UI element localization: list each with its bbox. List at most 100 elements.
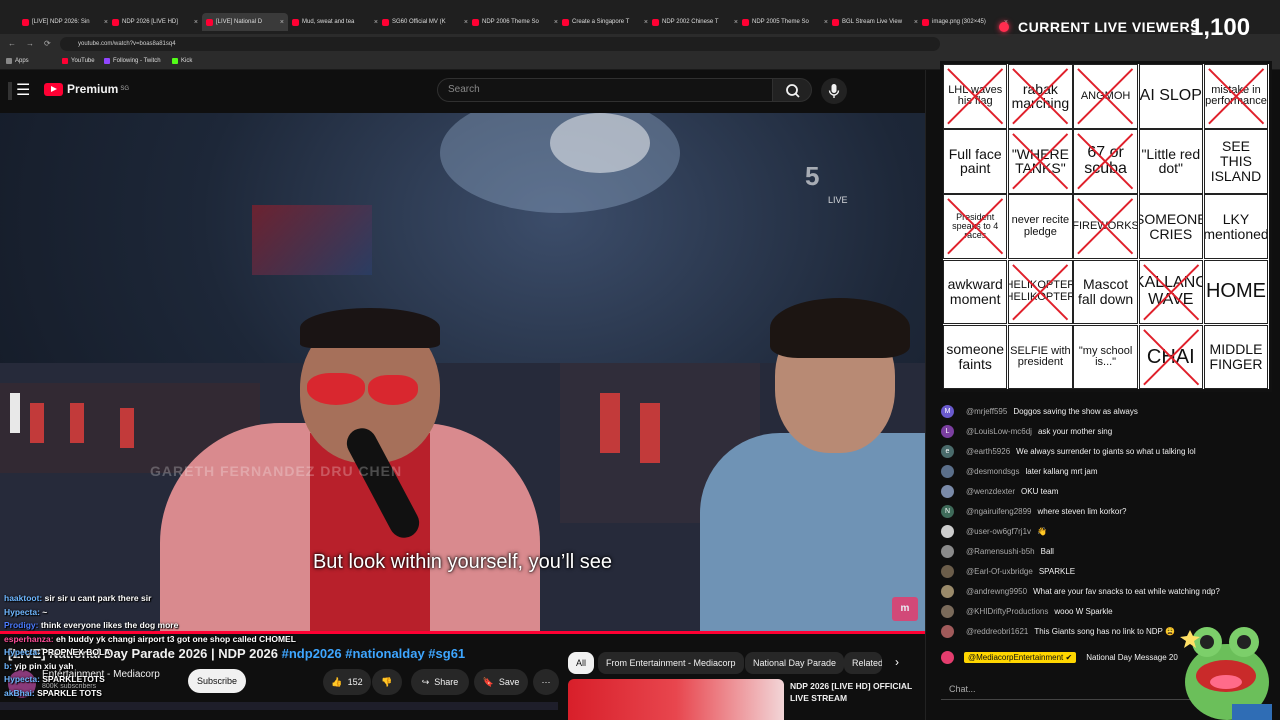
- user-avatar[interactable]: [941, 624, 954, 638]
- browser-tab[interactable]: NDP 2026 [LIVE HD] ×: [112, 13, 198, 31]
- bookmark-favicon-icon: [104, 58, 110, 64]
- chat-text: 👋: [1037, 526, 1048, 536]
- chat-message: @andrewng9950 What are your fav snacks to…: [941, 583, 1220, 599]
- user-avatar[interactable]: [941, 584, 954, 598]
- bookmark-item[interactable]: Kick: [172, 58, 192, 64]
- browser-tab[interactable]: Create a Singapore T ×: [562, 13, 648, 31]
- url-field[interactable]: youtube.com/watch?v=boas8a81sq4: [60, 37, 940, 51]
- chat-username[interactable]: @mrjeff595: [966, 407, 1007, 416]
- youtube-logo[interactable]: Premium SG: [44, 82, 129, 96]
- video-player[interactable]: 5 LIVE GARETH FERNANDEZ DRU CHEN But loo…: [0, 113, 925, 633]
- filter-chip[interactable]: Related: [844, 652, 882, 674]
- save-button[interactable]: 🔖 Save: [474, 669, 528, 695]
- cross-mark-icon: [1077, 68, 1134, 125]
- user-avatar[interactable]: N: [941, 504, 954, 518]
- chat-username[interactable]: @ngairuifeng2899: [966, 507, 1032, 516]
- tab-label: BGL Stream Live View: [842, 19, 903, 25]
- tab-favicon-icon: [472, 18, 479, 26]
- recommended-video-thumbnail[interactable]: [568, 679, 784, 720]
- chat-username[interactable]: @KHIDriftyProductions: [966, 607, 1048, 616]
- browser-tab[interactable]: NDP 2006 Theme So ×: [472, 13, 558, 31]
- browser-tab[interactable]: Mud, sweat and tea ×: [292, 13, 378, 31]
- user-avatar[interactable]: [941, 524, 954, 538]
- bingo-cell: rabak marching: [1008, 64, 1073, 129]
- browser-tab[interactable]: [LIVE] NDP 2026: Sin ×: [22, 13, 108, 31]
- search-button[interactable]: [772, 78, 812, 102]
- browser-tab[interactable]: SG60 Official MV (K ×: [382, 13, 468, 31]
- chat-message: @reddreobri1621 This Giants song has no l…: [941, 623, 1175, 639]
- close-tab-icon[interactable]: ×: [914, 19, 918, 26]
- search-input[interactable]: Search: [437, 78, 773, 102]
- user-avatar[interactable]: L: [941, 424, 954, 438]
- chat-text: This Giants song has no link to NDP 😩: [1034, 626, 1175, 636]
- close-tab-icon[interactable]: ×: [554, 19, 558, 26]
- forward-icon[interactable]: →: [26, 39, 34, 48]
- user-avatar[interactable]: [941, 484, 954, 498]
- bingo-cell-text: "Little red dot": [1141, 145, 1201, 177]
- close-tab-icon[interactable]: ×: [374, 19, 378, 26]
- bookmark-item[interactable]: Apps: [6, 58, 29, 64]
- bingo-cell-text: AI SLOP: [1139, 86, 1202, 104]
- more-actions-button[interactable]: ⋯: [533, 669, 559, 695]
- pinned-avatar: [941, 650, 954, 664]
- chat-message: @user-ow6gf7rj1v 👋: [941, 523, 1047, 539]
- pinned-message[interactable]: @MediacorpEntertainment ✔ National Day M…: [941, 648, 1178, 666]
- bingo-cell-text: Full face paint: [948, 145, 1002, 177]
- live-dot-icon: [999, 22, 1009, 32]
- chat-username[interactable]: @desmondsgs: [966, 467, 1019, 476]
- user-avatar[interactable]: [941, 464, 954, 478]
- user-avatar[interactable]: M: [941, 404, 954, 418]
- chat-input[interactable]: Chat...: [941, 678, 1201, 700]
- filter-chip[interactable]: All: [568, 652, 595, 674]
- close-tab-icon[interactable]: ×: [280, 19, 284, 26]
- microphone-icon: [828, 84, 840, 98]
- chat-username[interactable]: @andrewng9950: [966, 587, 1027, 596]
- tab-favicon-icon: [22, 18, 29, 26]
- user-avatar[interactable]: [941, 564, 954, 578]
- browser-tab[interactable]: [LIVE] National D ×: [202, 13, 288, 31]
- user-avatar[interactable]: e: [941, 444, 954, 458]
- chat-username[interactable]: @Ramensushi-b5h: [966, 547, 1035, 556]
- menu-icon[interactable]: ☰: [16, 80, 30, 100]
- chat-username[interactable]: @LouisLow-mc6dj: [966, 427, 1032, 436]
- browser-tab[interactable]: BGL Stream Live View ×: [832, 13, 918, 31]
- tab-favicon-icon: [206, 18, 213, 26]
- browser-tab[interactable]: NDP 2005 Theme So ×: [742, 13, 828, 31]
- tab-favicon-icon: [112, 18, 119, 26]
- close-tab-icon[interactable]: ×: [194, 19, 198, 26]
- back-icon[interactable]: ←: [8, 39, 16, 48]
- browser-tab[interactable]: NDP 2002 Chinese T ×: [652, 13, 738, 31]
- chevron-right-icon[interactable]: ›: [895, 655, 899, 669]
- close-tab-icon[interactable]: ×: [104, 19, 108, 26]
- chat-message: @Earl-Of-uxbridge SPARKLE: [941, 563, 1075, 579]
- filter-chip[interactable]: National Day Parade: [745, 652, 845, 674]
- live-viewer-counter: CURRENT LIVE VIEWERS 1,100: [985, 10, 1280, 44]
- voice-search-button[interactable]: [821, 78, 847, 104]
- chat-username[interactable]: @reddreobri1621: [966, 627, 1028, 636]
- tab-label: [LIVE] NDP 2026: Sin: [32, 19, 90, 25]
- filter-chip[interactable]: From Entertainment - Mediacorp: [598, 652, 744, 674]
- close-tab-icon[interactable]: ×: [644, 19, 648, 26]
- user-avatar[interactable]: [941, 544, 954, 558]
- overlay-chat-line: Hypecta: PROPNEX BOLA: [4, 646, 434, 660]
- overlay-chat-user: esperhanza:: [4, 633, 54, 644]
- bingo-board: LHL waves his flagrabak marchingANGMOHAI…: [940, 61, 1272, 392]
- close-tab-icon[interactable]: ×: [824, 19, 828, 26]
- singer-hair: [300, 308, 440, 348]
- tab-label: [LIVE] National D: [216, 19, 263, 25]
- reload-icon[interactable]: ⟳: [44, 39, 51, 48]
- user-avatar[interactable]: [941, 604, 954, 618]
- bookmark-item[interactable]: YouTube: [62, 58, 95, 64]
- chat-username[interactable]: @wenzdexter: [966, 487, 1015, 496]
- bookmark-item[interactable]: Following - Twitch: [104, 58, 161, 64]
- description-box[interactable]: [0, 702, 558, 710]
- chat-username[interactable]: @Earl-Of-uxbridge: [966, 567, 1033, 576]
- chat-username[interactable]: @earth5926: [966, 447, 1010, 456]
- recommended-video-title[interactable]: NDP 2026 [LIVE HD] OFFICIAL LIVE STREAM: [790, 680, 920, 704]
- close-tab-icon[interactable]: ×: [734, 19, 738, 26]
- pinned-text: National Day Message 20: [1086, 652, 1178, 662]
- logo-text: Premium: [67, 82, 119, 96]
- viewer-label: CURRENT LIVE VIEWERS: [1018, 19, 1200, 35]
- close-tab-icon[interactable]: ×: [464, 19, 468, 26]
- chat-username[interactable]: @user-ow6gf7rj1v: [966, 527, 1031, 536]
